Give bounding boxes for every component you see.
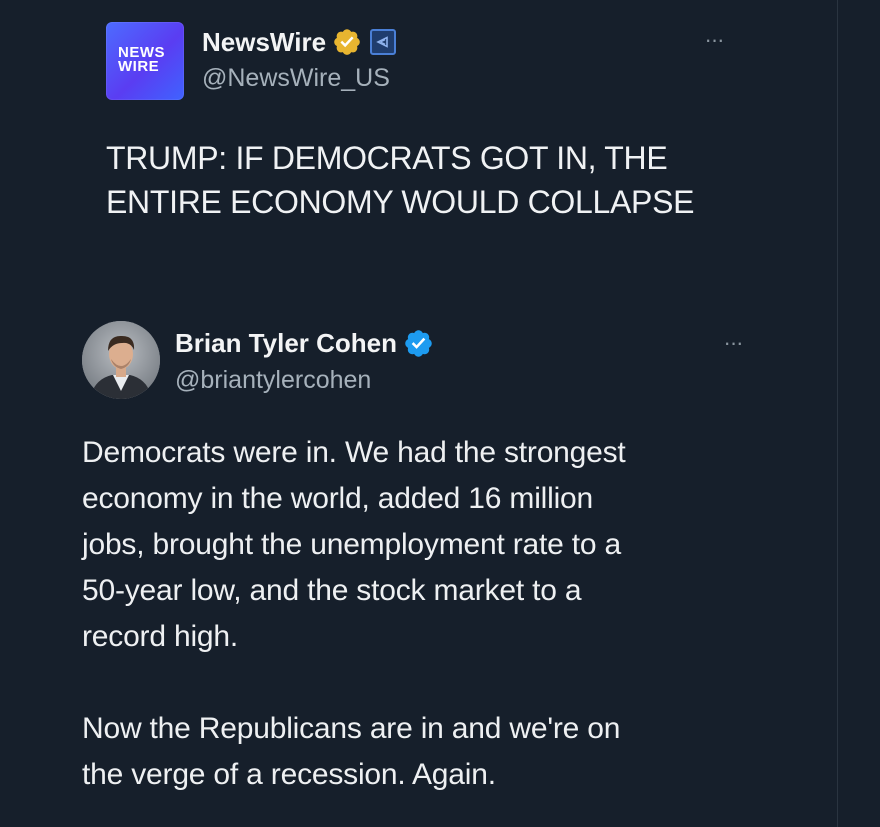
reply-line: Democrats were in. We had the strongest: [82, 436, 626, 469]
brian-handle[interactable]: @briantylercohen: [175, 366, 371, 395]
reply-line: the verge of a recession. Again.: [82, 758, 496, 791]
reply-line: 50-year low, and the stock market to a: [82, 574, 582, 607]
logo-line-2: WIRE: [118, 58, 160, 75]
quoted-tweet-line-2: ENTIRE ECONOMY WOULD COLLAPSE: [106, 184, 695, 220]
blue-verified-icon: [405, 329, 432, 357]
affiliate-badge-icon[interactable]: [370, 29, 397, 55]
quoted-tweet-line-1: TRUMP: IF DEMOCRATS GOT IN, THE: [106, 140, 668, 176]
more-options-icon[interactable]: ···: [697, 29, 731, 51]
gold-verified-icon: [334, 29, 360, 55]
brian-tyler-cohen-avatar[interactable]: [82, 321, 160, 399]
newswire-display-name[interactable]: NewsWire: [202, 27, 326, 58]
reply-line: Now the Republicans are in and we're on: [82, 712, 621, 745]
brian-display-name[interactable]: Brian Tyler Cohen: [175, 328, 397, 359]
reply-paragraph-2: Now the Republicans are in and we're on …: [82, 706, 802, 798]
timeline-divider: [837, 0, 838, 827]
profile-photo-icon: [82, 321, 160, 399]
affiliate-logo-icon: [376, 36, 388, 48]
newswire-handle[interactable]: @NewsWire_US: [202, 64, 390, 93]
more-options-icon[interactable]: ···: [716, 332, 750, 354]
reply-paragraph-1: Democrats were in. We had the strongest …: [82, 430, 802, 660]
newswire-logo-text: NEWS WIRE: [118, 45, 176, 75]
quoted-tweet-text: TRUMP: IF DEMOCRATS GOT IN, THE ENTIRE E…: [106, 136, 806, 224]
reply-tweet-text: Democrats were in. We had the strongest …: [82, 430, 802, 798]
brian-name-row: Brian Tyler Cohen: [175, 326, 434, 360]
tweet-screenshot: NEWS WIRE NewsWire @NewsWire_US ··· TRUM…: [0, 0, 880, 827]
newswire-avatar[interactable]: NEWS WIRE: [106, 22, 184, 100]
reply-line: economy in the world, added 16 million: [82, 482, 594, 515]
newswire-name-row: NewsWire: [202, 26, 397, 58]
reply-line: record high.: [82, 620, 239, 653]
reply-line: jobs, brought the unemployment rate to a: [82, 528, 622, 561]
